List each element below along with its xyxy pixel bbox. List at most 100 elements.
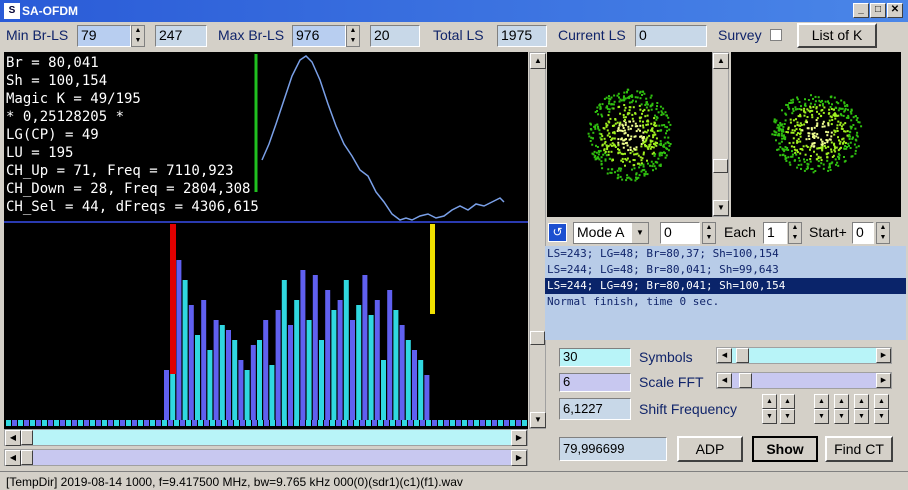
constellation-point <box>630 178 633 181</box>
symbols-slider-thumb[interactable] <box>736 348 749 363</box>
symbols-slider-left[interactable]: ◀ <box>717 348 732 363</box>
scale-slider-thumb[interactable] <box>739 373 752 388</box>
shift-down-6[interactable]: ▼ <box>874 409 889 424</box>
max-brls-spinner[interactable]: ▲ ▼ <box>346 25 360 47</box>
min-brls-second[interactable]: 247 <box>155 25 207 47</box>
constellation-point <box>824 100 827 103</box>
hscroll2-thumb[interactable] <box>21 450 33 465</box>
constellation-point <box>616 169 619 172</box>
red-marker <box>170 224 176 374</box>
scroll-down-arrow[interactable]: ▼ <box>530 412 546 428</box>
shift-down-2[interactable]: ▼ <box>780 409 795 424</box>
min-brls-spinner[interactable]: ▲ ▼ <box>131 25 145 47</box>
fft-bar <box>399 325 405 420</box>
mode-value-spinner[interactable]: ▲ ▼ <box>702 222 716 244</box>
shift-up-1[interactable]: ▲ <box>762 394 777 409</box>
constellation-point <box>788 142 791 145</box>
find-ct-button[interactable]: Find CT <box>825 436 893 462</box>
list-of-k-button[interactable]: List of K <box>797 23 877 48</box>
plot-hscroll-2[interactable]: ◀ ▶ <box>4 449 528 466</box>
constellation-point <box>591 143 594 146</box>
scroll-up-arrow[interactable]: ▲ <box>530 53 546 69</box>
hscroll2-left-arrow[interactable]: ◀ <box>5 450 21 466</box>
shift-down-3[interactable]: ▼ <box>814 409 829 424</box>
const-scroll-thumb[interactable] <box>713 159 728 173</box>
shift-up-5[interactable]: ▲ <box>854 394 869 409</box>
mode-select[interactable]: Mode A ▼ <box>573 222 649 244</box>
scale-fft-input[interactable]: 6 <box>559 373 631 392</box>
constellation-point <box>849 141 852 144</box>
scroll-thumb[interactable] <box>530 331 545 345</box>
constellation-point <box>801 148 804 151</box>
hscroll-left-arrow[interactable]: ◀ <box>5 430 21 446</box>
scale-slider-right[interactable]: ▶ <box>876 373 891 388</box>
start-input[interactable]: 0 <box>852 222 874 244</box>
log-row[interactable]: LS=243; LG=48; Br=80,37; Sh=100,154 <box>545 246 906 262</box>
show-button[interactable]: Show <box>752 436 818 462</box>
constellation-point <box>645 106 648 109</box>
log-row-selected[interactable]: LS=244; LG=49; Br=80,041; Sh=100,154 <box>545 278 906 294</box>
log-row[interactable]: Normal finish, time 0 sec. <box>545 294 906 310</box>
shift-down-4[interactable]: ▼ <box>834 409 849 424</box>
undo-icon[interactable]: ↺ <box>548 223 567 242</box>
close-button[interactable]: ✕ <box>887 3 903 18</box>
min-brls-input[interactable]: 79 <box>77 25 131 47</box>
symbols-slider[interactable]: ◀ ▶ <box>716 347 892 364</box>
const-scroll-down[interactable]: ▼ <box>713 200 729 216</box>
shift-down-1[interactable]: ▼ <box>762 409 777 424</box>
constellation-point <box>833 133 836 136</box>
constellation-point <box>794 106 797 109</box>
each-input[interactable]: 1 <box>763 222 787 244</box>
maximize-button[interactable]: □ <box>870 3 886 18</box>
constellation-point <box>799 135 802 138</box>
minimize-button[interactable]: _ <box>853 3 869 18</box>
symbols-slider-right[interactable]: ▶ <box>876 348 891 363</box>
hscroll2-right-arrow[interactable]: ▶ <box>511 450 527 466</box>
constellation-point <box>665 132 667 135</box>
each-spinner[interactable]: ▲ ▼ <box>788 222 802 244</box>
constellation-point <box>664 111 667 114</box>
plot-vscroll[interactable]: ▲ ▼ <box>529 52 546 429</box>
scale-slider-left[interactable]: ◀ <box>717 373 732 388</box>
plot-hscroll-1[interactable]: ◀ ▶ <box>4 429 528 446</box>
const-scroll-up[interactable]: ▲ <box>713 53 729 69</box>
survey-checkbox[interactable] <box>770 29 782 41</box>
hscroll-right-arrow[interactable]: ▶ <box>511 430 527 446</box>
constellation-point <box>656 116 659 119</box>
constellation-point <box>622 114 625 116</box>
constellation-point <box>648 134 651 137</box>
constellation-point <box>660 129 663 132</box>
adp-button[interactable]: ADP <box>677 436 743 462</box>
log-row[interactable]: LS=244; LG=48; Br=80,041; Sh=99,643 <box>545 262 906 278</box>
fft-baseline-bar <box>438 420 443 426</box>
mode-value-input[interactable]: 0 <box>660 222 700 244</box>
constellation-point <box>609 135 611 138</box>
hscroll-thumb[interactable] <box>21 430 33 445</box>
fft-bar <box>188 305 194 420</box>
shift-up-6[interactable]: ▲ <box>874 394 889 409</box>
constellation-point <box>609 157 612 160</box>
scale-fft-slider[interactable]: ◀ ▶ <box>716 372 892 389</box>
constellation-point <box>844 107 847 110</box>
constellation-point <box>809 146 812 149</box>
symbols-input[interactable]: 30 <box>559 348 631 367</box>
constellation-point <box>650 108 653 111</box>
shift-up-3[interactable]: ▲ <box>814 394 829 409</box>
constellation-point <box>658 154 661 157</box>
shift-up-2[interactable]: ▲ <box>780 394 795 409</box>
constellation-point <box>624 123 627 126</box>
constellation-point <box>837 114 840 117</box>
max-brls-second[interactable]: 20 <box>370 25 420 47</box>
current-ls-label: Current LS <box>558 27 626 43</box>
shift-up-4[interactable]: ▲ <box>834 394 849 409</box>
shift-frequency-input[interactable]: 6,1227 <box>559 398 631 420</box>
constellation-vscroll[interactable]: ▲ ▼ <box>712 52 729 217</box>
constellation-point <box>628 109 631 112</box>
max-brls-input[interactable]: 976 <box>292 25 346 47</box>
shift-down-5[interactable]: ▼ <box>854 409 869 424</box>
chevron-down-icon[interactable]: ▼ <box>632 223 648 243</box>
start-spinner[interactable]: ▲ ▼ <box>876 222 890 244</box>
constellation-point <box>781 137 784 140</box>
constellation-point <box>852 124 855 126</box>
fft-baseline-bar <box>444 420 449 426</box>
